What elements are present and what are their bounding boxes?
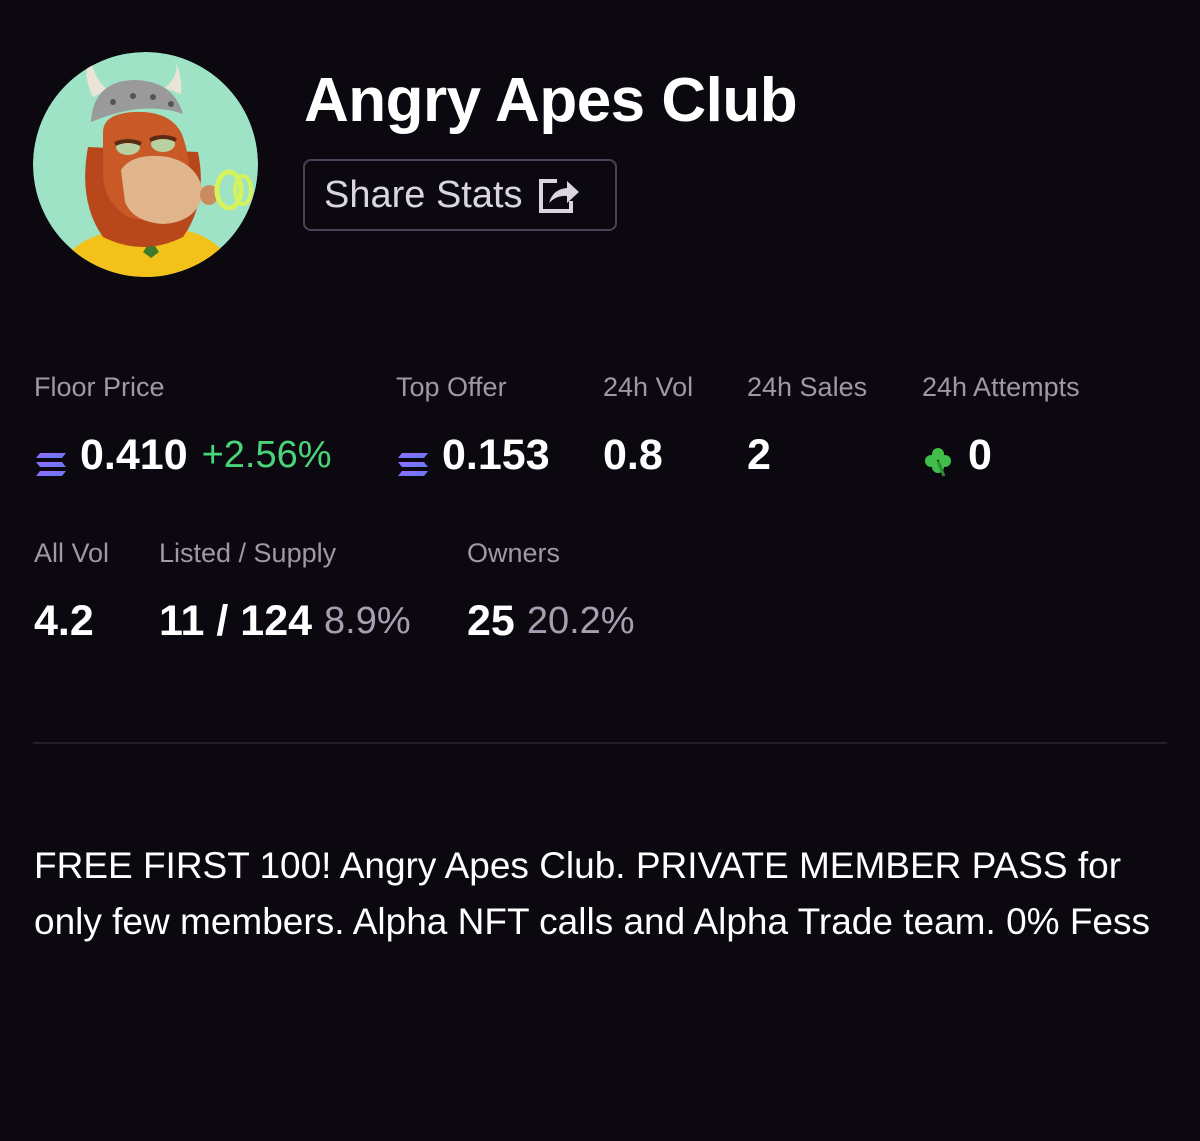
owners-amount: 25 [467,597,515,645]
vol-24h-value: 0.8 [603,431,663,479]
collection-avatar [33,52,258,277]
clover-icon [922,439,954,477]
share-icon [537,175,583,215]
listed-supply-pct: 8.9% [324,600,411,642]
top-offer-label: Top Offer [396,372,507,402]
owners-value: 25 20.2% [467,597,635,645]
share-stats-label: Share Stats [324,174,523,216]
solana-icon [34,441,68,476]
all-vol-value: 4.2 [34,597,94,645]
top-offer-value: 0.153 [396,431,550,479]
listed-supply-label: Listed / Supply [159,538,337,568]
floor-price-value: 0.410 +2.56% [34,431,332,479]
attempts-24h-value: 0 [922,431,992,479]
share-stats-button[interactable]: Share Stats [303,159,617,231]
floor-price-label: Floor Price [34,372,165,402]
section-divider [33,742,1167,744]
solana-icon [396,441,430,476]
attempts-24h-label: 24h Attempts [922,372,1080,402]
attempts-24h-amount: 0 [968,431,992,479]
top-offer-amount: 0.153 [442,431,550,479]
floor-price-change: +2.56% [201,434,332,476]
owners-pct: 20.2% [526,600,635,642]
all-vol-label: All Vol [34,538,110,568]
sales-24h-value: 2 [747,431,771,479]
vol-24h-label: 24h Vol [603,372,694,402]
owners-label: Owners [467,538,561,568]
collection-title: Angry Apes Club [304,66,798,135]
listed-supply-amount: 11 / 124 [159,597,313,645]
sales-24h-label: 24h Sales [747,372,868,402]
angry-ape-avatar-icon [33,52,258,277]
listed-supply-value: 11 / 124 8.9% [159,597,411,645]
collection-description: FREE FIRST 100! Angry Apes Club. PRIVATE… [34,845,1150,942]
floor-price-amount: 0.410 [80,431,188,479]
